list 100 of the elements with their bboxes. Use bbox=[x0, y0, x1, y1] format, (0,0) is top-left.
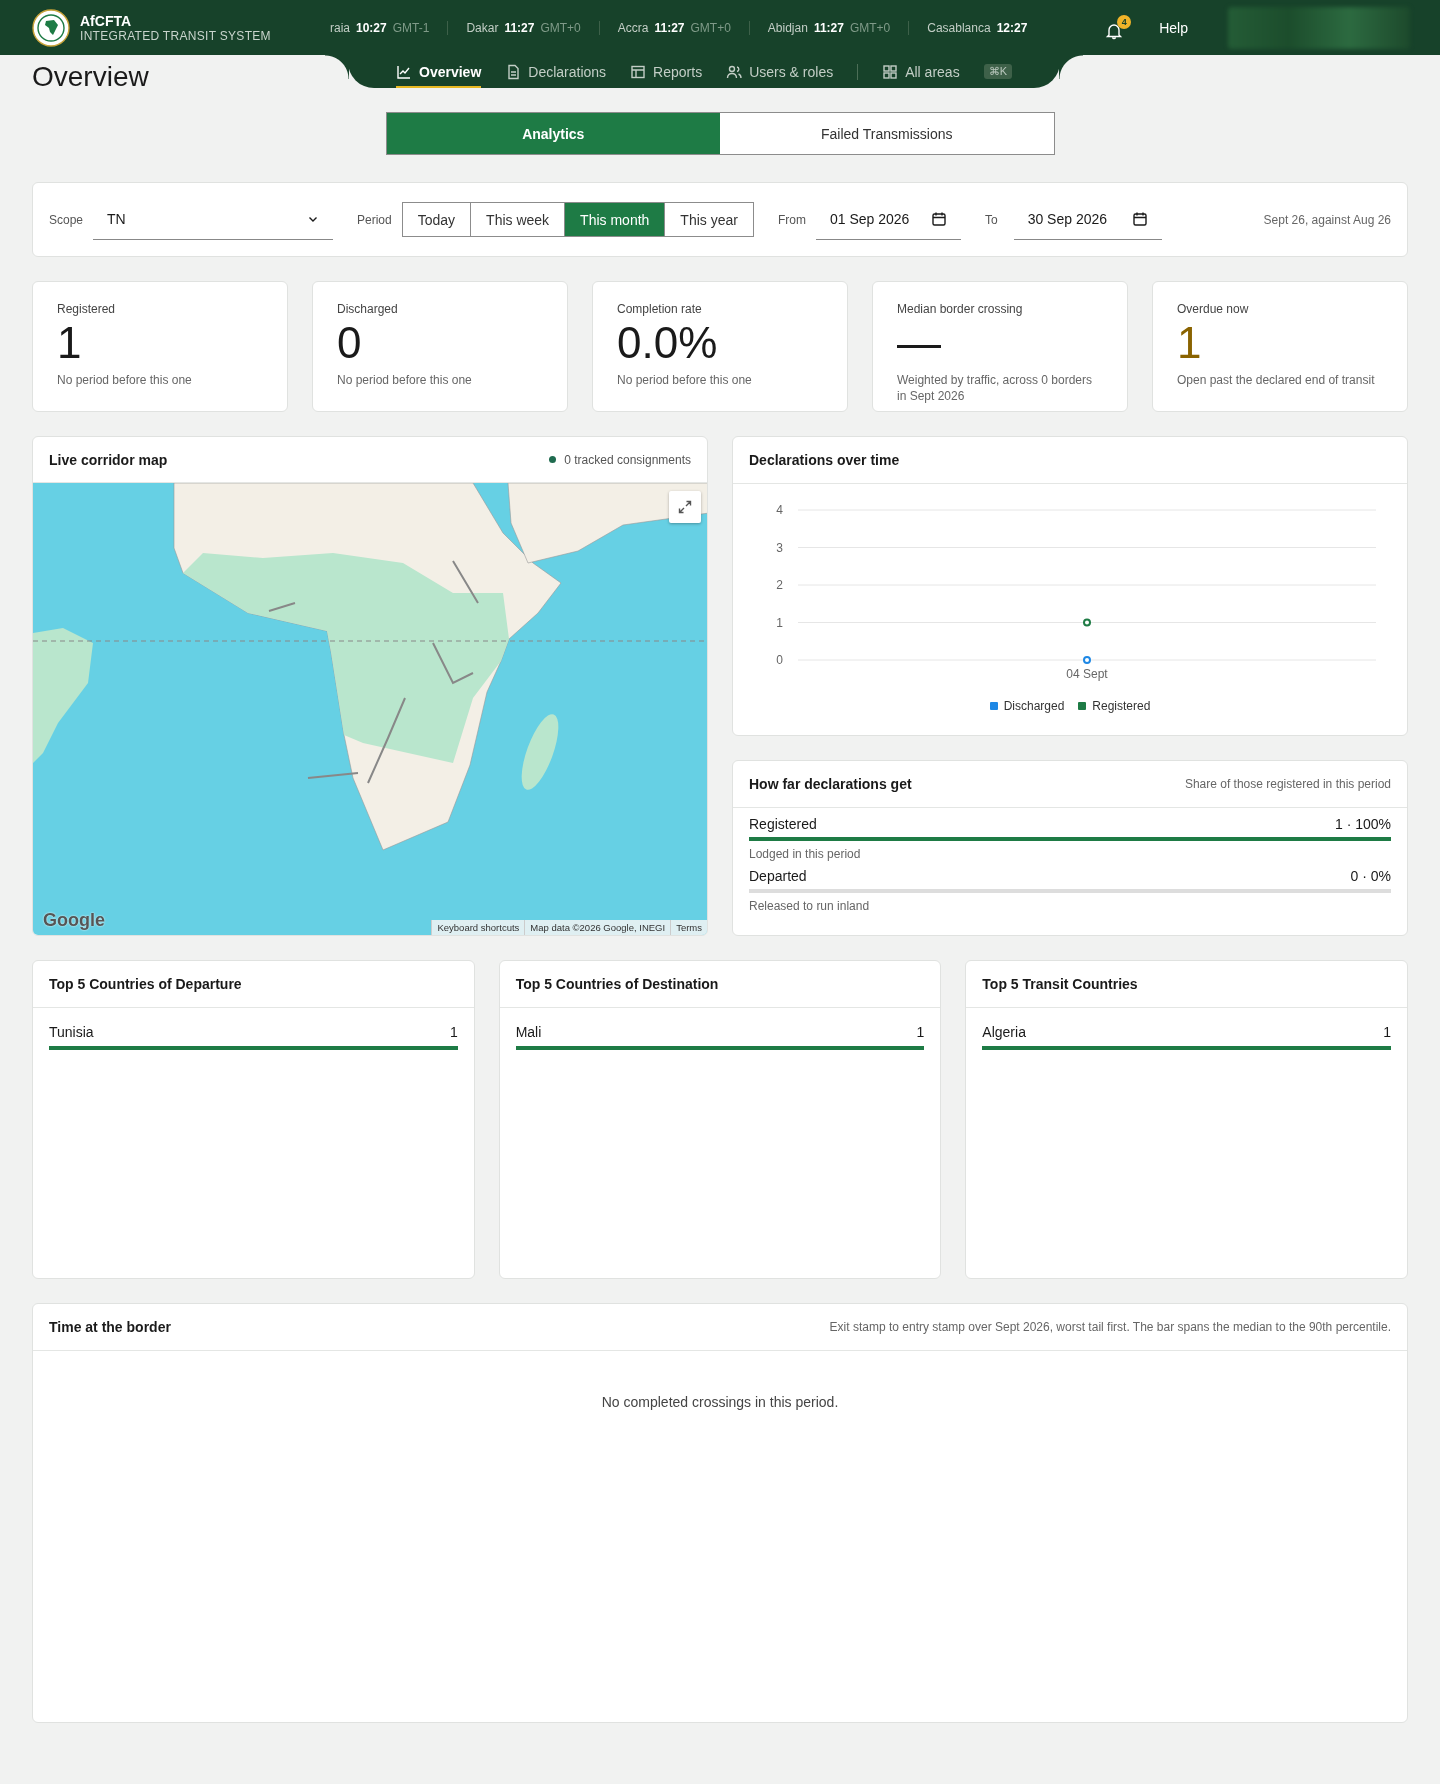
from-label: From bbox=[777, 212, 806, 227]
country-name: Algeria bbox=[982, 1024, 1026, 1040]
view-tab[interactable]: Analytics bbox=[386, 113, 720, 154]
card-title: Time at the border bbox=[49, 1319, 171, 1335]
clock-city: raia bbox=[330, 20, 350, 35]
keyboard-shortcut: ⌘K bbox=[983, 64, 1012, 79]
status-dot-icon bbox=[549, 456, 557, 463]
card-title: Live corridor map bbox=[49, 451, 168, 468]
axis-tick-label: 2 bbox=[776, 578, 783, 592]
card-title: Top 5 Countries of Destination bbox=[515, 976, 719, 992]
period-option[interactable]: This month bbox=[564, 203, 665, 236]
stat-label: Median border crossing bbox=[897, 302, 1024, 316]
country-name: Mali bbox=[515, 1024, 542, 1040]
all-areas-link[interactable]: All areas bbox=[882, 55, 960, 88]
map-attribution[interactable]: Terms bbox=[670, 920, 707, 935]
to-label: To bbox=[984, 212, 998, 227]
stat-value: 1 bbox=[57, 318, 83, 368]
stat-label: Discharged bbox=[337, 302, 399, 316]
scope-select[interactable]: TN bbox=[93, 199, 334, 240]
stat-note: No period before this one bbox=[337, 372, 473, 388]
nav-tab[interactable]: Users & roles bbox=[726, 55, 834, 88]
stage-value: 1 · 100% bbox=[1334, 816, 1391, 832]
empty-message: No completed crossings in this period. bbox=[600, 1394, 840, 1410]
card-title: Declarations over time bbox=[749, 452, 900, 468]
card-title: How far declarations get bbox=[749, 776, 912, 792]
clock-zone: GMT+0 bbox=[540, 20, 581, 35]
stage-value: 0 · 0% bbox=[1350, 868, 1391, 884]
stat-note: Open past the declared end of transit bbox=[1177, 372, 1376, 388]
legend-label: Discharged bbox=[1003, 699, 1065, 713]
bell-icon bbox=[1105, 22, 1124, 40]
country-name: Tunisia bbox=[49, 1024, 94, 1040]
chart-icon bbox=[396, 63, 412, 80]
axis-tick-label: 3 bbox=[776, 540, 783, 555]
stage-note: Lodged in this period bbox=[749, 847, 862, 861]
axis-tick-label: 04 Sept bbox=[1066, 667, 1108, 681]
table-icon bbox=[630, 63, 647, 80]
nav-tab[interactable]: Overview bbox=[396, 55, 482, 88]
stat-label: Overdue now bbox=[1177, 302, 1250, 316]
clock-city: Accra bbox=[617, 20, 649, 35]
clock-time: 10:27 bbox=[356, 20, 387, 35]
stat-label: Completion rate bbox=[617, 302, 703, 316]
stat-note: No period before this one bbox=[57, 372, 193, 388]
logo-icon bbox=[32, 8, 70, 47]
map-logo: Google bbox=[43, 910, 105, 931]
card-note: Share of those registered in this period bbox=[1184, 777, 1391, 791]
clock-time: 11:27 bbox=[654, 20, 685, 35]
card-title: Top 5 Transit Countries bbox=[982, 976, 1138, 992]
axis-tick-label: 4 bbox=[776, 503, 783, 517]
country-count: 1 bbox=[916, 1024, 925, 1040]
to-date-field[interactable]: 30 Sep 2026 bbox=[1013, 199, 1162, 240]
clock-zone: GMT+0 bbox=[690, 20, 731, 35]
expand-icon bbox=[678, 500, 692, 514]
stat-value: — bbox=[897, 318, 942, 368]
stat-value: 0.0% bbox=[617, 318, 719, 368]
clock-zone: GMT+0 bbox=[849, 20, 891, 35]
brand-subtitle: INTEGRATED TRANSIT SYSTEM bbox=[80, 28, 272, 43]
notification-count: 4 bbox=[1117, 15, 1132, 29]
stat-value: 1 bbox=[1177, 318, 1203, 368]
stage-label: Departed bbox=[749, 868, 807, 884]
notifications-button[interactable]: 4 bbox=[1105, 15, 1132, 40]
clock-city: Dakar bbox=[466, 20, 499, 35]
clock-time: 12:27 bbox=[996, 20, 1028, 35]
clock-city: Casablanca bbox=[927, 20, 991, 35]
period-label: Period bbox=[357, 212, 392, 227]
country-count: 1 bbox=[1383, 1024, 1391, 1040]
from-date-field[interactable]: 01 Sep 2026 bbox=[815, 199, 961, 240]
stat-label: Registered bbox=[57, 302, 117, 316]
calendar-icon bbox=[1131, 211, 1148, 227]
clock-zone: GMT-1 bbox=[392, 20, 430, 35]
map-attribution[interactable]: Keyboard shortcuts bbox=[431, 920, 525, 935]
clock-city: Abidjan bbox=[767, 20, 808, 35]
help-link[interactable]: Help bbox=[1159, 19, 1188, 36]
calendar-icon bbox=[930, 211, 947, 227]
document-icon bbox=[505, 63, 522, 80]
clock-time: 11:27 bbox=[504, 20, 535, 35]
data-series bbox=[1083, 618, 1091, 627]
data-series bbox=[1083, 656, 1091, 664]
page-title: Overview bbox=[32, 61, 149, 93]
stage-note: Released to run inland bbox=[749, 899, 871, 913]
card-note: Exit stamp to entry stamp over Sept 2026, worst tail first. The bar spans the median to the 90th percentile. bbox=[829, 1320, 1391, 1334]
view-tab[interactable]: Failed Transmissions bbox=[720, 113, 1054, 154]
scope-label: Scope bbox=[49, 212, 84, 227]
clock-time: 11:27 bbox=[813, 20, 844, 35]
comparison-note: Sept 26, against Aug 26 bbox=[1263, 212, 1391, 227]
axis-tick-label: 0 bbox=[776, 653, 783, 667]
fullscreen-button[interactable] bbox=[669, 491, 701, 523]
brand-name: AfCFTA bbox=[80, 12, 133, 29]
stat-note: Weighted by traffic, across 0 borders in Sept 2026 bbox=[897, 372, 1093, 404]
tracked-count: 0 tracked consignments bbox=[564, 452, 691, 467]
nav-tab[interactable]: Reports bbox=[630, 55, 703, 88]
nav-tab[interactable]: Declarations bbox=[505, 55, 607, 88]
axis-tick-label: 1 bbox=[776, 615, 783, 630]
card-title: Top 5 Countries of Departure bbox=[49, 976, 242, 992]
country-count: 1 bbox=[449, 1024, 458, 1040]
map-attribution[interactable]: Map data ©2026 Google, INEGI bbox=[524, 920, 671, 935]
stage-label: Registered bbox=[749, 816, 817, 832]
stat-note: No period before this one bbox=[617, 372, 753, 388]
legend-label: Registered bbox=[1092, 699, 1151, 713]
grid-icon bbox=[882, 63, 899, 80]
stat-value: 0 bbox=[337, 318, 363, 368]
